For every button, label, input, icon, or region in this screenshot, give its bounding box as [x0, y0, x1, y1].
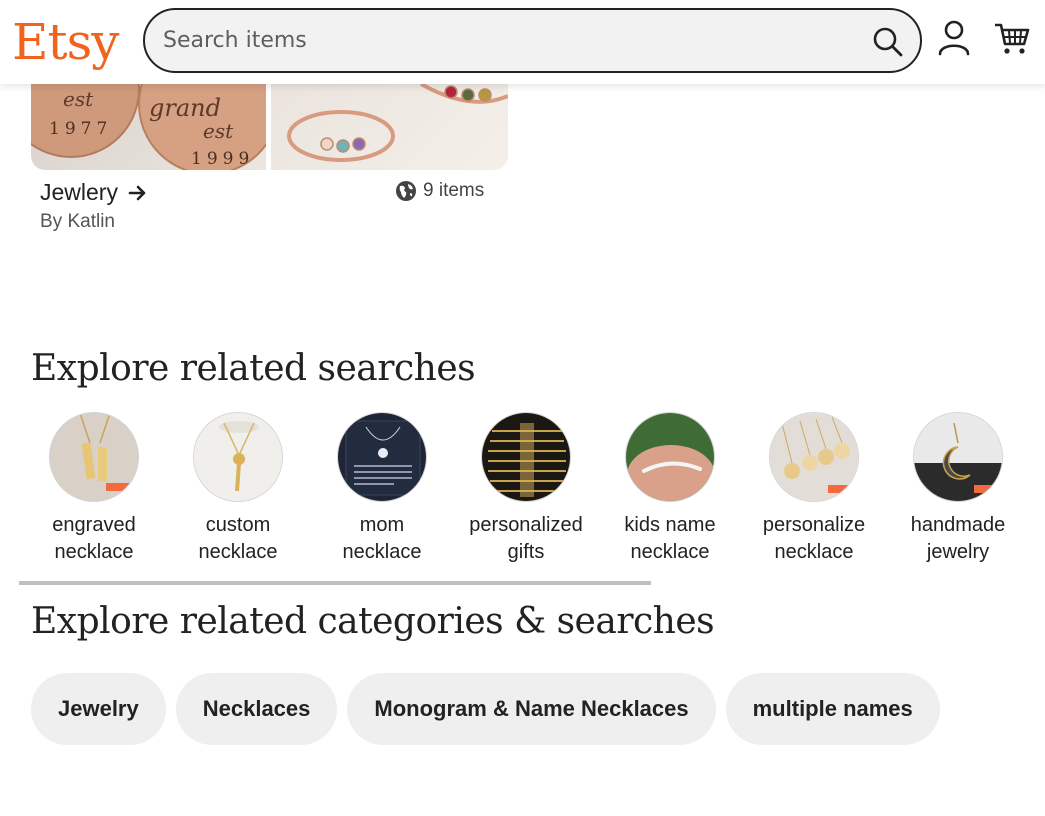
- related-search-label: personalized gifts: [469, 514, 583, 563]
- related-search-label: personalize necklace: [762, 514, 866, 563]
- svg-text:est: est: [203, 119, 234, 143]
- related-categories-heading: Explore related categories & searches: [31, 601, 715, 642]
- related-categories-list: Jewelry Necklaces Monogram & Name Neckla…: [31, 673, 940, 745]
- search-input[interactable]: [163, 24, 843, 56]
- related-search-handmade-jewelry[interactable]: handmade jewelry: [886, 410, 1030, 566]
- arrow-right-icon: [128, 185, 146, 200]
- cart-icon: [995, 23, 1030, 54]
- cart-button[interactable]: [990, 16, 1034, 60]
- etsy-logo[interactable]: Etsy: [12, 10, 119, 74]
- related-search-kids-name-necklace[interactable]: kids name necklace: [598, 410, 742, 566]
- related-search-image: [913, 412, 1003, 502]
- site-header: Etsy: [0, 0, 1045, 84]
- related-search-engraved-necklace[interactable]: engraved necklace: [22, 410, 166, 566]
- account-button[interactable]: [932, 16, 976, 60]
- svg-text:est: est: [63, 87, 94, 111]
- collection-count-text: 9 items: [423, 180, 485, 201]
- category-pill-monogram-name-necklaces[interactable]: Monogram & Name Necklaces: [347, 673, 716, 745]
- related-search-label: kids name necklace: [624, 514, 716, 563]
- related-search-image: [625, 412, 715, 502]
- category-pill-jewelry[interactable]: Jewelry: [31, 673, 166, 745]
- related-search-mom-necklace[interactable]: mom necklace: [310, 410, 454, 566]
- related-search-image: [481, 412, 571, 502]
- collection-title: Jewlery: [40, 179, 118, 205]
- category-pill-multiple-names[interactable]: multiple names: [725, 673, 940, 745]
- globe-icon: [396, 181, 416, 201]
- related-search-label: custom necklace: [198, 514, 278, 563]
- related-search-label: mom necklace: [342, 514, 422, 563]
- related-search-custom-necklace[interactable]: custom necklace: [166, 410, 310, 566]
- category-pill-necklaces[interactable]: Necklaces: [175, 673, 338, 745]
- collection-item-count: 9 items: [395, 180, 484, 202]
- search-button[interactable]: [870, 24, 906, 60]
- search-bar: [143, 8, 922, 73]
- birthstone-ring-image: [271, 84, 508, 170]
- related-search-label: engraved necklace: [52, 514, 136, 563]
- related-search-image: [337, 412, 427, 502]
- related-search-label: handmade jewelry: [910, 514, 1006, 563]
- user-icon: [938, 20, 970, 56]
- stamped-discs-image: est 1977 grand est 1999: [31, 84, 266, 170]
- collection-thumbnails: est 1977 grand est 1999: [31, 84, 508, 170]
- related-search-personalize-necklace[interactable]: personalize necklace: [742, 410, 886, 566]
- scroll-indicator: [19, 581, 651, 585]
- search-icon: [873, 27, 903, 57]
- svg-text:grand: grand: [149, 94, 221, 122]
- related-searches-heading: Explore related searches: [31, 348, 476, 389]
- svg-text:1977: 1977: [49, 119, 112, 139]
- collection-title-link[interactable]: Jewlery: [40, 179, 148, 206]
- related-search-image: [49, 412, 139, 502]
- svg-text:1999: 1999: [191, 149, 254, 169]
- collection-author: By Katlin: [40, 211, 115, 232]
- related-search-image: [769, 412, 859, 502]
- related-search-personalized-gifts[interactable]: personalized gifts: [454, 410, 598, 566]
- related-searches-list: engraved necklace custom necklace mom ne…: [22, 410, 1032, 570]
- related-search-image: [193, 412, 283, 502]
